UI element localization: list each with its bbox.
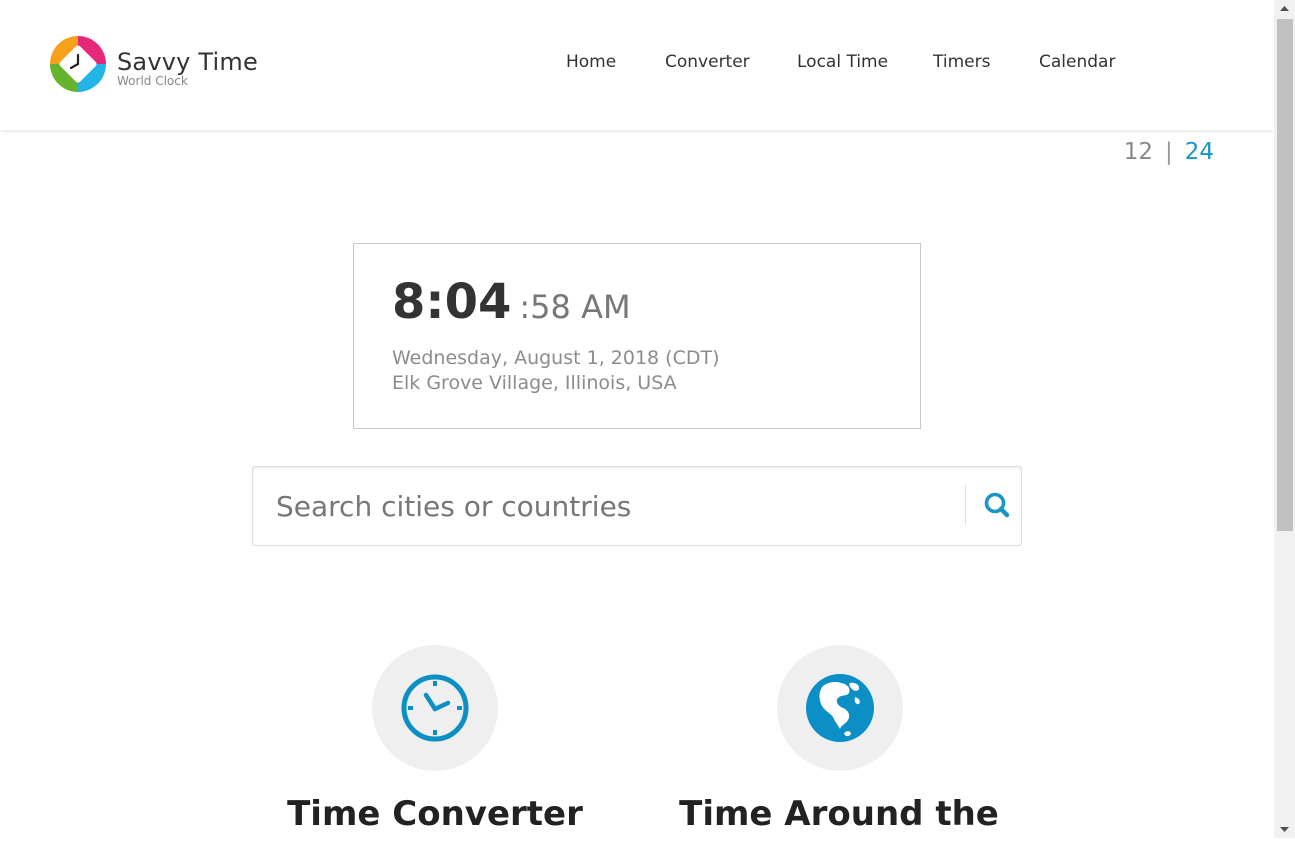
vertical-scrollbar[interactable]: [1274, 0, 1295, 838]
search-box: [252, 466, 1022, 546]
local-clock-card: 8:04:58 AM Wednesday, August 1, 2018 (CD…: [353, 243, 921, 429]
scroll-down-arrow-icon[interactable]: [1274, 821, 1295, 838]
clock-icon: [401, 674, 469, 742]
feature-title-time-around-world[interactable]: Time Around the: [664, 794, 1014, 834]
search-divider: [965, 485, 966, 525]
search-button[interactable]: [969, 467, 1021, 545]
time-display: 8:04:58 AM: [392, 274, 631, 330]
date-text: Wednesday, August 1, 2018 (CDT): [392, 347, 720, 369]
format-separator: |: [1164, 139, 1173, 165]
search-icon: [984, 492, 1010, 518]
location-text: Elk Grove Village, Illinois, USA: [392, 372, 677, 394]
scrollbar-thumb[interactable]: [1277, 19, 1293, 531]
time-seconds-ampm: :58 AM: [519, 288, 631, 326]
time-converter-icon-button[interactable]: [372, 645, 498, 771]
nav-local-time[interactable]: Local Time: [797, 52, 888, 72]
format-24-option[interactable]: 24: [1185, 139, 1214, 165]
time-format-toggle: 12 | 24: [1124, 139, 1214, 165]
time-around-world-icon-button[interactable]: [777, 645, 903, 771]
time-hours-minutes: 8:04: [392, 274, 512, 330]
nav-home[interactable]: Home: [566, 52, 616, 72]
site-header: Savvy Time World Clock Home Converter Lo…: [0, 0, 1274, 130]
nav-timers[interactable]: Timers: [933, 52, 990, 72]
format-12-option[interactable]: 12: [1124, 139, 1153, 165]
search-input[interactable]: [253, 467, 953, 545]
nav-calendar[interactable]: Calendar: [1039, 52, 1115, 72]
nav-converter[interactable]: Converter: [665, 52, 750, 72]
globe-icon: [806, 674, 874, 742]
brand-subtitle: World Clock: [117, 74, 188, 88]
scroll-up-arrow-icon[interactable]: [1274, 0, 1295, 17]
feature-title-time-converter[interactable]: Time Converter: [260, 794, 610, 834]
main-nav: Home Converter Local Time Timers Calenda…: [0, 52, 1274, 76]
page: Savvy Time World Clock Home Converter Lo…: [0, 0, 1274, 838]
